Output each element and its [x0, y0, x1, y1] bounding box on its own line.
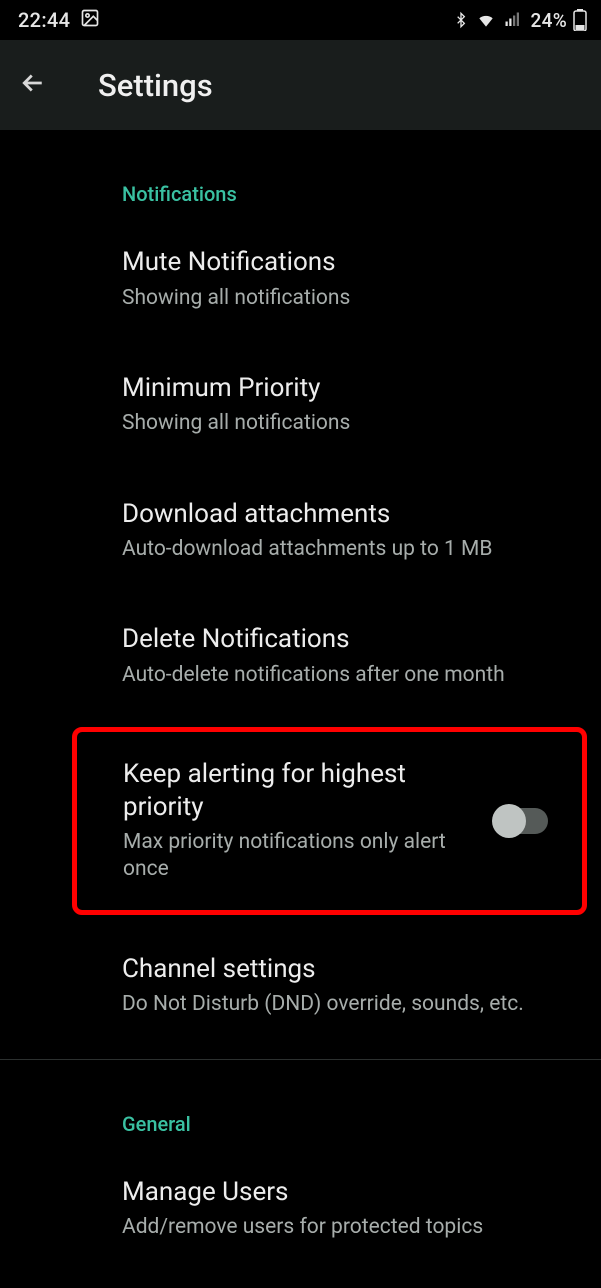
row-title: Mute Notifications: [122, 246, 571, 279]
row-subtitle: Auto-download attachments up to 1 MB: [122, 536, 571, 563]
toggle-keep-alerting[interactable]: [494, 808, 548, 834]
row-title: Download attachments: [122, 498, 571, 531]
battery-icon: [573, 9, 587, 31]
row-subtitle: Showing all notifications: [122, 410, 571, 437]
row-dark-mode[interactable]: Dark mode: [0, 1271, 601, 1288]
wifi-icon: [475, 10, 497, 30]
row-keep-alerting-highest-priority[interactable]: Keep alerting for highest priority Max p…: [72, 727, 587, 915]
signal-icon: [503, 11, 523, 29]
status-battery-pct: 24%: [531, 9, 568, 32]
section-header-general: General: [0, 1060, 601, 1146]
row-title: Channel settings: [122, 953, 571, 986]
row-title: Keep alerting for highest priority: [123, 758, 482, 823]
row-manage-users[interactable]: Manage Users Add/remove users for protec…: [0, 1146, 601, 1272]
row-minimum-priority[interactable]: Minimum Priority Showing all notificatio…: [0, 342, 601, 468]
status-time: 22:44: [18, 8, 70, 32]
row-download-attachments[interactable]: Download attachments Auto-download attac…: [0, 468, 601, 594]
row-title: Delete Notifications: [122, 623, 571, 656]
page-title: Settings: [98, 67, 213, 104]
row-subtitle: Do Not Disturb (DND) override, sounds, e…: [122, 991, 571, 1018]
toggle-knob: [492, 804, 526, 838]
row-title: Manage Users: [122, 1176, 571, 1209]
app-bar: Settings: [0, 40, 601, 130]
bluetooth-icon: [453, 10, 469, 30]
settings-content: Notifications Mute Notifications Showing…: [0, 130, 601, 1288]
row-mute-notifications[interactable]: Mute Notifications Showing all notificat…: [0, 216, 601, 342]
section-header-notifications: Notifications: [0, 130, 601, 216]
row-channel-settings[interactable]: Channel settings Do Not Disturb (DND) ov…: [0, 923, 601, 1049]
screenshot-icon: [80, 8, 100, 33]
row-title: Minimum Priority: [122, 372, 571, 405]
row-subtitle: Add/remove users for protected topics: [122, 1214, 571, 1241]
back-icon[interactable]: [18, 68, 48, 102]
row-subtitle: Auto-delete notifications after one mont…: [122, 662, 571, 689]
row-subtitle: Showing all notifications: [122, 285, 571, 312]
row-delete-notifications[interactable]: Delete Notifications Auto-delete notific…: [0, 593, 601, 719]
row-subtitle: Max priority notifications only alert on…: [123, 829, 482, 884]
status-bar: 22:44 24%: [0, 0, 601, 40]
